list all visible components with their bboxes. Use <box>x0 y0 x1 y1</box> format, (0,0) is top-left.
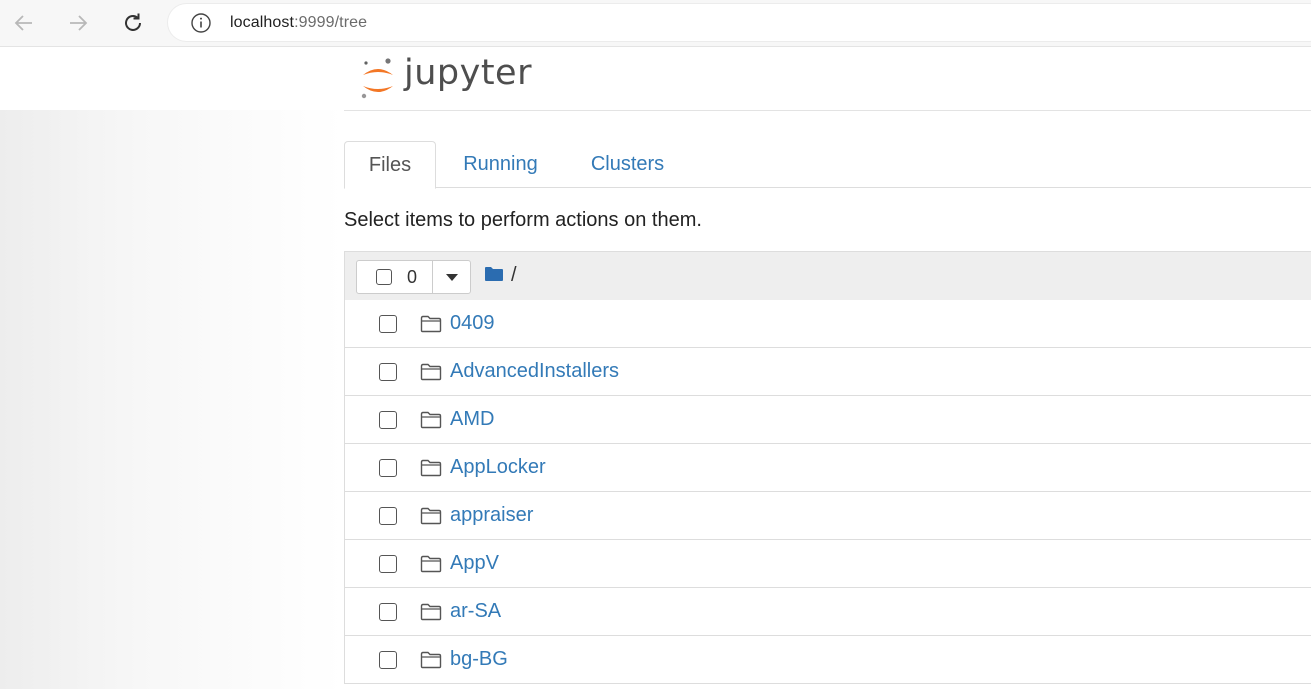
jupyter-logo-icon[interactable] <box>358 55 398 103</box>
folder-outline-icon <box>420 651 442 669</box>
row-checkbox[interactable] <box>379 363 397 381</box>
file-list: 0409 AdvancedInstallers AMD AppLocker apprai… <box>344 300 1311 684</box>
tab-files[interactable]: Files <box>344 141 436 189</box>
reload-button[interactable] <box>117 7 149 39</box>
list-item[interactable]: AMD <box>345 396 1311 444</box>
url-text[interactable]: localhost:9999/tree <box>230 14 367 32</box>
file-name-link[interactable]: appraiser <box>450 504 533 527</box>
folder-outline-icon <box>420 363 442 381</box>
list-item[interactable]: AdvancedInstallers <box>345 348 1311 396</box>
arrow-left-icon <box>14 15 32 31</box>
breadcrumb[interactable]: / <box>511 264 517 287</box>
list-item[interactable]: 0409 <box>345 300 1311 348</box>
file-name-link[interactable]: AdvancedInstallers <box>450 360 619 383</box>
folder-outline-icon <box>420 603 442 621</box>
list-item[interactable]: ar-SA <box>345 588 1311 636</box>
forward-button[interactable] <box>62 7 94 39</box>
list-item[interactable]: appraiser <box>345 492 1311 540</box>
row-checkbox[interactable] <box>379 411 397 429</box>
row-checkbox[interactable] <box>379 651 397 669</box>
file-name-link[interactable]: bg-BG <box>450 648 508 671</box>
divider <box>432 261 433 293</box>
file-name-link[interactable]: AMD <box>450 408 494 431</box>
tab-running[interactable]: Running <box>448 141 553 187</box>
list-item[interactable]: AppLocker <box>345 444 1311 492</box>
folder-outline-icon <box>420 315 442 333</box>
row-checkbox[interactable] <box>379 555 397 573</box>
side-shade <box>0 110 344 689</box>
file-name-link[interactable]: ar-SA <box>450 600 501 623</box>
arrow-right-icon <box>70 15 88 31</box>
page: jupyter Files Running Clusters Select it… <box>0 47 1311 689</box>
select-all-checkbox[interactable] <box>376 269 392 285</box>
selected-count: 0 <box>407 267 418 287</box>
row-checkbox[interactable] <box>379 507 397 525</box>
url-path: :9999/tree <box>294 14 368 31</box>
site-header: jupyter <box>0 47 1311 111</box>
tab-bar: Files Running Clusters <box>344 141 1311 189</box>
select-all-group: 0 <box>356 260 471 294</box>
logo-text[interactable]: jupyter <box>404 53 532 93</box>
caret-down-icon[interactable] <box>446 274 458 281</box>
tab-clusters[interactable]: Clusters <box>576 141 679 187</box>
url-host: localhost <box>230 14 295 31</box>
reload-icon <box>125 13 141 31</box>
address-bar[interactable]: localhost:9999/tree <box>168 4 1311 41</box>
folder-outline-icon <box>420 411 442 429</box>
file-name-link[interactable]: 0409 <box>450 312 495 335</box>
folder-outline-icon <box>420 507 442 525</box>
folder-icon[interactable] <box>484 266 504 282</box>
file-name-link[interactable]: AppLocker <box>450 456 546 479</box>
row-checkbox[interactable] <box>379 459 397 477</box>
folder-outline-icon <box>420 555 442 573</box>
folder-outline-icon <box>420 459 442 477</box>
back-button[interactable] <box>8 7 40 39</box>
list-item[interactable]: bg-BG <box>345 636 1311 684</box>
file-name-link[interactable]: AppV <box>450 552 499 575</box>
row-checkbox[interactable] <box>379 315 397 333</box>
browser-toolbar: localhost:9999/tree <box>0 0 1311 47</box>
instructions-text: Select items to perform actions on them. <box>344 209 702 231</box>
info-icon[interactable] <box>190 12 212 34</box>
file-toolbar: 0 / <box>344 251 1311 301</box>
list-item[interactable]: AppV <box>345 540 1311 588</box>
row-checkbox[interactable] <box>379 603 397 621</box>
